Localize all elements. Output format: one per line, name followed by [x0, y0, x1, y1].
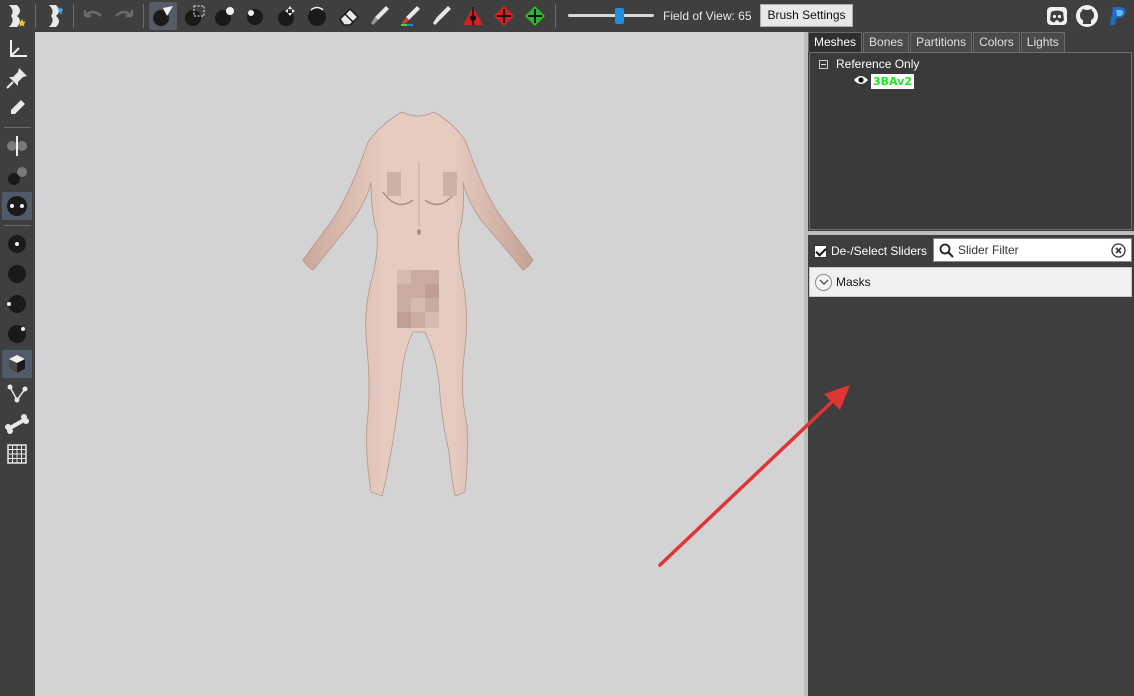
outfit-studio-window: Field of View: 65 Brush Settings Meshes …: [0, 0, 1134, 696]
mesh-tree[interactable]: Reference Only 3BAv2: [809, 52, 1132, 230]
tab-bones[interactable]: Bones: [863, 32, 910, 52]
eraser-icon[interactable]: [335, 2, 363, 30]
bone-icon[interactable]: [2, 410, 32, 438]
clear-filter-icon[interactable]: [1111, 243, 1126, 263]
connected-icon[interactable]: [2, 162, 32, 190]
field-of-view-slider[interactable]: [568, 8, 654, 24]
pin-icon[interactable]: [2, 64, 32, 92]
search-icon: [939, 243, 954, 258]
masks-label: Masks: [836, 275, 871, 289]
brush-size-small-icon[interactable]: [2, 230, 32, 258]
slider-filter-box[interactable]: [933, 238, 1132, 262]
tree-item-mesh[interactable]: 3BAv2: [853, 73, 914, 90]
inflate-brush-icon[interactable]: [241, 2, 269, 30]
symmetry-icon[interactable]: [2, 132, 32, 160]
github-icon[interactable]: [1073, 2, 1101, 30]
weight-brush-icon[interactable]: [366, 2, 394, 30]
vertex-edit-icon[interactable]: [521, 2, 549, 30]
brush-strength-icon[interactable]: [2, 320, 32, 348]
select-brush-icon[interactable]: [149, 2, 177, 30]
undo-icon[interactable]: [79, 2, 107, 30]
vertex-connect-icon[interactable]: [2, 380, 32, 408]
field-of-view-slider-thumb[interactable]: [615, 8, 624, 24]
censor-block: [387, 172, 401, 196]
global-brush-icon[interactable]: [2, 192, 32, 220]
paypal-icon[interactable]: [1104, 2, 1132, 30]
pivot-icon[interactable]: [490, 2, 518, 30]
brush-settings-button[interactable]: Brush Settings: [760, 4, 853, 27]
cube-view-icon[interactable]: [2, 350, 32, 378]
tab-colors[interactable]: Colors: [973, 32, 1020, 52]
rect-select-icon[interactable]: [181, 2, 209, 30]
tree-group-reference[interactable]: Reference Only: [819, 56, 919, 72]
deselect-sliders-label: De-/Select Sliders: [831, 244, 928, 258]
move-brush-icon[interactable]: [272, 2, 300, 30]
slider-filter-input[interactable]: [958, 243, 1108, 257]
brush-size-medium-icon[interactable]: [2, 260, 32, 288]
main-toolbar: Field of View: 65 Brush Settings: [0, 0, 1134, 32]
tab-partitions[interactable]: Partitions: [910, 32, 973, 52]
masks-header[interactable]: Masks: [809, 267, 1132, 297]
origin-axes-icon[interactable]: [2, 34, 32, 62]
discord-icon[interactable]: [1043, 2, 1071, 30]
tab-lights[interactable]: Lights: [1020, 32, 1065, 52]
alpha-brush-icon[interactable]: [428, 2, 456, 30]
collapse-toggle-icon[interactable]: [819, 59, 828, 69]
redo-icon[interactable]: [110, 2, 138, 30]
mask-brush-icon[interactable]: [211, 2, 239, 30]
deselect-sliders-toggle[interactable]: De-/Select Sliders: [814, 244, 927, 258]
smooth-brush-icon[interactable]: [303, 2, 331, 30]
transform-icon[interactable]: [459, 2, 487, 30]
censor-block: [443, 172, 457, 196]
slider-controls: De-/Select Sliders: [808, 235, 1134, 265]
tab-meshes[interactable]: Meshes: [808, 32, 863, 52]
eye-icon[interactable]: [853, 73, 869, 91]
tree-group-label: Reference Only: [836, 57, 920, 71]
grid-icon[interactable]: [2, 440, 32, 468]
3d-viewport[interactable]: [35, 32, 804, 696]
brush-falloff-icon[interactable]: [2, 290, 32, 318]
new-project-icon[interactable]: [3, 2, 31, 30]
deselect-sliders-checkbox[interactable]: [814, 244, 827, 258]
load-outfit-icon[interactable]: [41, 2, 69, 30]
chevron-down-icon[interactable]: [815, 273, 832, 291]
color-brush-icon[interactable]: [397, 2, 425, 30]
body-mesh-render[interactable]: [35, 32, 804, 696]
right-panel: Meshes Bones Partitions Colors Lights Re…: [808, 32, 1134, 696]
panel-tabs: Meshes Bones Partitions Colors Lights: [808, 32, 1066, 52]
edit-pencil-icon[interactable]: [2, 94, 32, 122]
field-of-view-label: Field of View: 65: [663, 9, 752, 23]
mesh-name-label[interactable]: 3BAv2: [871, 74, 914, 89]
left-toolbar: [0, 32, 35, 696]
